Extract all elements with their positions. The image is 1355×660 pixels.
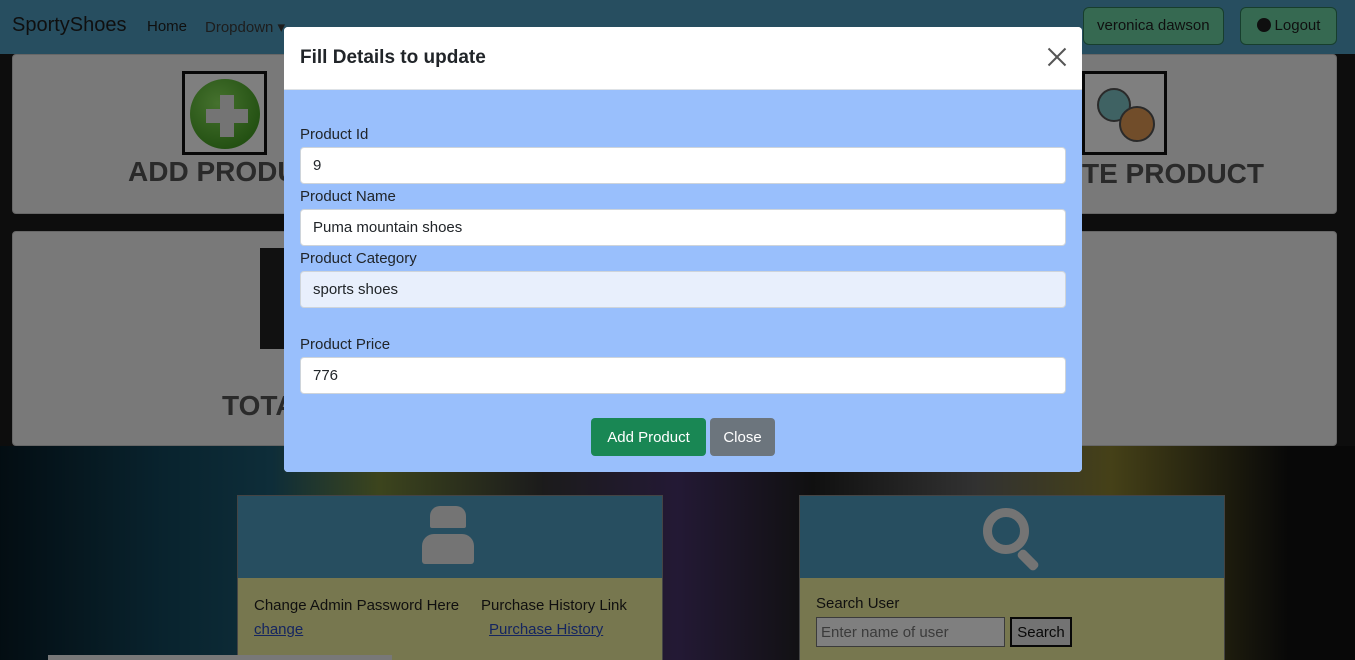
update-product-modal: Fill Details to update Product Id Produc… <box>284 27 1082 472</box>
product-category-field[interactable] <box>300 271 1066 308</box>
add-product-button[interactable]: Add Product <box>591 418 706 456</box>
product-price-label: Product Price <box>300 336 391 353</box>
product-name-label: Product Name <box>300 188 396 205</box>
product-id-label: Product Id <box>300 126 369 143</box>
modal-body: Product Id Product Name Product Category… <box>284 90 1082 472</box>
product-id-field[interactable] <box>300 147 1066 184</box>
close-icon[interactable] <box>1046 46 1068 68</box>
product-price-field[interactable] <box>300 357 1066 394</box>
close-button[interactable]: Close <box>710 418 775 456</box>
modal-title: Fill Details to update <box>300 47 486 68</box>
product-name-field[interactable] <box>300 209 1066 246</box>
product-category-label: Product Category <box>300 250 417 267</box>
modal-header: Fill Details to update <box>284 27 1082 90</box>
